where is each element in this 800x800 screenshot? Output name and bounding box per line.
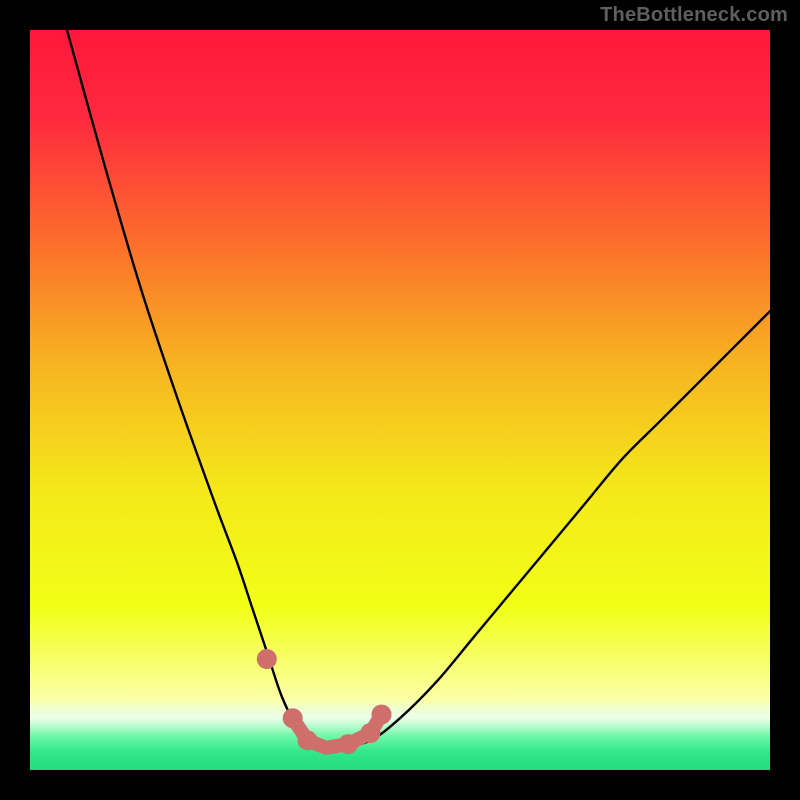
marker-right-end <box>372 705 392 725</box>
marker-min-left <box>298 730 318 750</box>
gradient-background <box>30 30 770 770</box>
watermark-text: TheBottleneck.com <box>600 4 788 27</box>
marker-min-right <box>338 734 358 754</box>
marker-near-min-left <box>283 708 303 728</box>
plot-area <box>30 30 770 770</box>
marker-left-shoulder <box>257 649 277 669</box>
chart-frame: TheBottleneck.com <box>0 0 800 800</box>
plot-svg <box>30 30 770 770</box>
marker-right-shoulder <box>360 723 380 743</box>
